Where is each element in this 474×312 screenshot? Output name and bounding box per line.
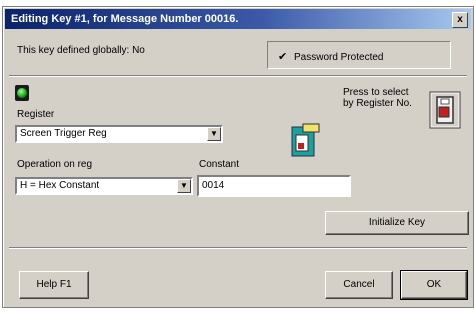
- global-definition-text: This key defined globally: No: [17, 45, 145, 56]
- divider: [9, 75, 467, 77]
- password-protected-label: Password Protected: [294, 52, 384, 63]
- constant-label: Constant: [199, 159, 240, 170]
- password-protected-checkbox[interactable]: ✔ Password Protected: [278, 50, 384, 63]
- check-icon: ✔: [278, 51, 288, 63]
- password-protected-group: ✔ Password Protected: [267, 41, 451, 69]
- operation-label: Operation on reg: [17, 159, 93, 170]
- press-select-line2: by Register No.: [343, 98, 412, 109]
- initialize-key-button[interactable]: Initialize Key: [325, 211, 469, 235]
- ok-button[interactable]: OK: [400, 270, 468, 300]
- title-bar: Editing Key #1, for Message Number 00016…: [5, 9, 471, 29]
- press-select-text: Press to select by Register No.: [343, 87, 412, 109]
- register-select-icon[interactable]: [429, 91, 461, 129]
- register-value: Screen Trigger Reg: [20, 128, 107, 139]
- register-icon: [291, 123, 320, 157]
- chevron-down-icon[interactable]: ▼: [177, 179, 191, 193]
- register-label: Register: [17, 109, 55, 120]
- operation-select[interactable]: H = Hex Constant ▼: [15, 177, 193, 195]
- chevron-down-icon[interactable]: ▼: [207, 127, 221, 141]
- register-select[interactable]: Screen Trigger Reg ▼: [15, 125, 223, 143]
- cancel-button[interactable]: Cancel: [325, 271, 393, 299]
- press-select-line1: Press to select: [343, 87, 409, 98]
- window-title: Editing Key #1, for Message Number 00016…: [11, 13, 239, 25]
- help-button[interactable]: Help F1: [19, 271, 89, 299]
- edit-key-dialog: Editing Key #1, for Message Number 00016…: [2, 6, 474, 308]
- divider: [9, 247, 467, 249]
- status-led-icon: [15, 85, 29, 101]
- close-button[interactable]: x: [452, 12, 468, 28]
- constant-input[interactable]: 0014: [197, 175, 351, 197]
- operation-value: H = Hex Constant: [20, 180, 100, 191]
